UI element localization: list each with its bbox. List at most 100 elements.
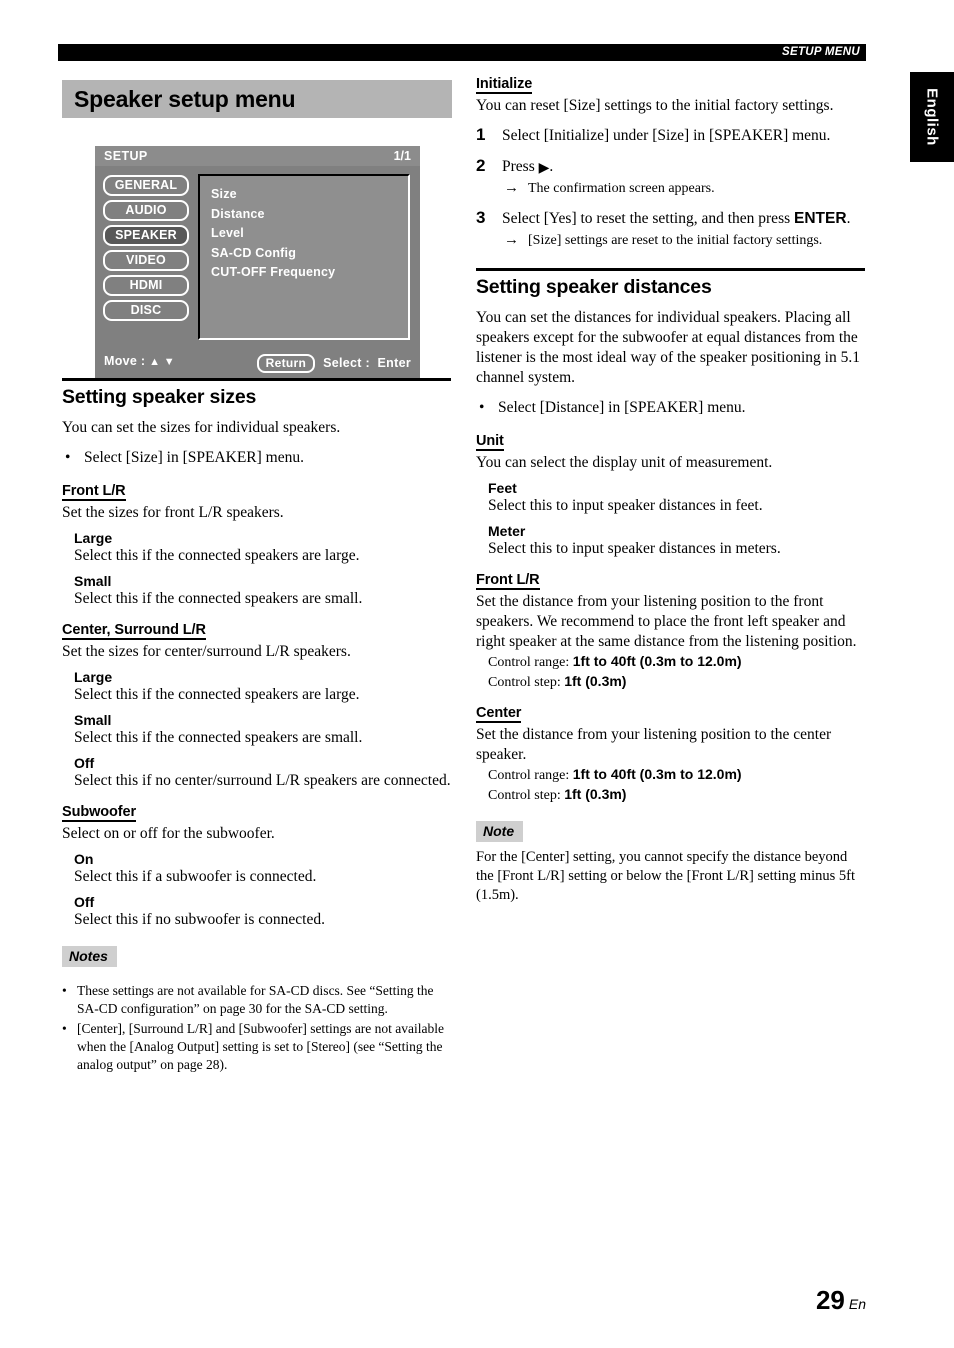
- osd-tab-general[interactable]: GENERAL: [103, 175, 189, 196]
- osd-item-size[interactable]: Size: [211, 185, 408, 205]
- list-item: Select [Distance] in [SPEAKER] menu.: [476, 397, 866, 418]
- option-name-on-sw: On: [74, 851, 94, 867]
- osd-body: GENERAL AUDIO SPEAKER VIDEO HDMI DISC Si…: [95, 166, 420, 349]
- control-step-value: 1ft (0.3m): [564, 786, 627, 802]
- list-item: These settings are not available for SA-…: [62, 982, 452, 1018]
- section-heading-speaker-distances: Setting speaker distances: [476, 276, 712, 298]
- option-desc-on-sw: Select this if a subwoofer is connected.: [74, 868, 317, 885]
- osd-item-sacd-config[interactable]: SA-CD Config: [211, 244, 408, 264]
- osd-enter-label: Enter: [377, 356, 411, 370]
- option-desc-large: Select this if the connected speakers ar…: [74, 547, 360, 564]
- osd-item-distance[interactable]: Distance: [211, 205, 408, 225]
- osd-tab-speaker[interactable]: SPEAKER: [103, 225, 189, 246]
- subheading-center-distance: Center: [476, 705, 522, 723]
- left-column: SETUP 1/1 GENERAL AUDIO SPEAKER VIDEO HD…: [62, 140, 452, 1076]
- section-rule: [476, 268, 865, 271]
- osd-page-indicator: 1/1: [393, 149, 411, 163]
- step-3: 3 Select [Yes] to reset the setting, and…: [476, 208, 866, 250]
- osd-tab-video[interactable]: VIDEO: [103, 250, 189, 271]
- option-name-feet: Feet: [488, 480, 517, 496]
- option-desc-small: Select this if the connected speakers ar…: [74, 590, 363, 607]
- language-tab-label: English: [923, 88, 941, 146]
- step-result: The confirmation screen appears.: [502, 179, 866, 198]
- step-1: 1 Select [Initialize] under [Size] in [S…: [476, 125, 866, 146]
- osd-move-label: Move :: [104, 354, 146, 368]
- page-title: Speaker setup menu: [62, 80, 452, 118]
- option-name-large: Large: [74, 530, 113, 546]
- enter-key-label: ENTER: [794, 210, 847, 227]
- option-desc-meter: Select this to input speaker distances i…: [488, 540, 781, 557]
- initialize-steps: 1 Select [Initialize] under [Size] in [S…: [476, 125, 866, 250]
- option-desc-off-cs: Select this if no center/surround L/R sp…: [74, 772, 451, 789]
- control-step-value: 1ft (0.3m): [564, 673, 627, 689]
- step-text-before: Select [Yes] to reset the setting, and t…: [502, 210, 795, 227]
- language-thumb-tab: English: [910, 72, 954, 162]
- note-text: For the [Center] setting, you cannot spe…: [476, 849, 855, 903]
- osd-tab-audio[interactable]: AUDIO: [103, 200, 189, 221]
- notes-badge: Notes: [62, 946, 117, 967]
- front-lr-size-desc: Set the sizes for front L/R speakers.: [62, 504, 284, 521]
- osd-item-cutoff-frequency[interactable]: CUT-OFF Frequency: [211, 263, 408, 283]
- section-rule: [62, 378, 451, 381]
- step-number: 1: [476, 125, 486, 144]
- osd-select-hint: Return Select : Enter: [256, 354, 411, 373]
- osd-return-button[interactable]: Return: [256, 354, 316, 373]
- page-number: 29: [815, 1285, 845, 1315]
- step-text-after: .: [549, 158, 554, 175]
- osd-title-bar: SETUP 1/1: [95, 146, 420, 166]
- right-arrow-button-icon: ▶: [538, 161, 550, 176]
- osd-category-tabs: GENERAL AUDIO SPEAKER VIDEO HDMI DISC: [103, 175, 189, 325]
- step-number: 2: [476, 156, 486, 175]
- subheading-front-lr-distance: Front L/R: [476, 572, 540, 590]
- folio-language-code: En: [848, 1296, 866, 1312]
- speaker-distances-intro: You can set the distances for individual…: [476, 309, 860, 386]
- osd-select-label: Select :: [323, 356, 370, 370]
- option-name-off-cs: Off: [74, 755, 95, 771]
- subheading-subwoofer: Subwoofer: [62, 804, 137, 822]
- updown-arrows-icon: ▲ ▼: [149, 356, 175, 368]
- option-name-large-cs: Large: [74, 669, 113, 685]
- option-name-small-cs: Small: [74, 712, 112, 728]
- center-control-range: Control range: 1ft to 40ft (0.3m to 12.0…: [488, 765, 866, 785]
- center-surround-desc: Set the sizes for center/surround L/R sp…: [62, 643, 351, 660]
- front-lr-distance-desc: Set the distance from your listening pos…: [476, 593, 857, 650]
- right-column: Initialize You can reset [Size] settings…: [476, 70, 866, 905]
- osd-title-label: SETUP: [104, 149, 148, 163]
- subwoofer-desc: Select on or off for the subwoofer.: [62, 825, 275, 842]
- list-item: [Center], [Surround L/R] and [Subwoofer]…: [62, 1020, 452, 1074]
- osd-tab-hdmi[interactable]: HDMI: [103, 275, 189, 296]
- osd-tab-disc[interactable]: DISC: [103, 300, 189, 321]
- page-folio: 29 En: [816, 1285, 866, 1316]
- option-name-meter: Meter: [488, 523, 526, 539]
- osd-item-panel: Size Distance Level SA-CD Config CUT-OFF…: [198, 174, 410, 340]
- speaker-distances-bullets: Select [Distance] in [SPEAKER] menu.: [476, 397, 866, 418]
- osd-move-hint: Move : ▲ ▼: [104, 354, 175, 368]
- step-text: Press ▶.: [502, 158, 554, 176]
- subheading-center-surround-size: Center, Surround L/R: [62, 622, 206, 640]
- center-control-step: Control step: 1ft (0.3m): [488, 785, 866, 805]
- running-head-label: SETUP MENU: [782, 46, 860, 58]
- running-head-bar: SETUP MENU: [58, 44, 866, 61]
- step-result: [Size] settings are reset to the initial…: [502, 231, 866, 250]
- note-badge: Note: [476, 821, 524, 842]
- control-step-label: Control step:: [488, 675, 561, 690]
- list-item: Select [Size] in [SPEAKER] menu.: [62, 447, 452, 468]
- control-step-label: Control step:: [488, 788, 561, 803]
- osd-setup-screenshot: SETUP 1/1 GENERAL AUDIO SPEAKER VIDEO HD…: [95, 146, 420, 378]
- initialize-desc: You can reset [Size] settings to the ini…: [476, 97, 834, 114]
- option-desc-large-cs: Select this if the connected speakers ar…: [74, 686, 360, 703]
- step-text: Select [Initialize] under [Size] in [SPE…: [502, 127, 831, 144]
- unit-desc: You can select the display unit of measu…: [476, 454, 773, 471]
- option-desc-small-cs: Select this if the connected speakers ar…: [74, 729, 363, 746]
- speaker-sizes-intro: You can set the sizes for individual spe…: [62, 419, 341, 436]
- control-range-value: 1ft to 40ft (0.3m to 12.0m): [572, 653, 742, 669]
- osd-item-level[interactable]: Level: [211, 224, 408, 244]
- step-text-before: Press: [502, 158, 539, 175]
- speaker-sizes-bullets: Select [Size] in [SPEAKER] menu.: [62, 447, 452, 468]
- notes-list: These settings are not available for SA-…: [62, 982, 452, 1074]
- option-desc-feet: Select this to input speaker distances i…: [488, 497, 763, 514]
- subheading-initialize: Initialize: [476, 76, 533, 94]
- center-distance-desc: Set the distance from your listening pos…: [476, 726, 832, 763]
- step-text: Select [Yes] to reset the setting, and t…: [502, 210, 850, 227]
- option-name-small: Small: [74, 573, 112, 589]
